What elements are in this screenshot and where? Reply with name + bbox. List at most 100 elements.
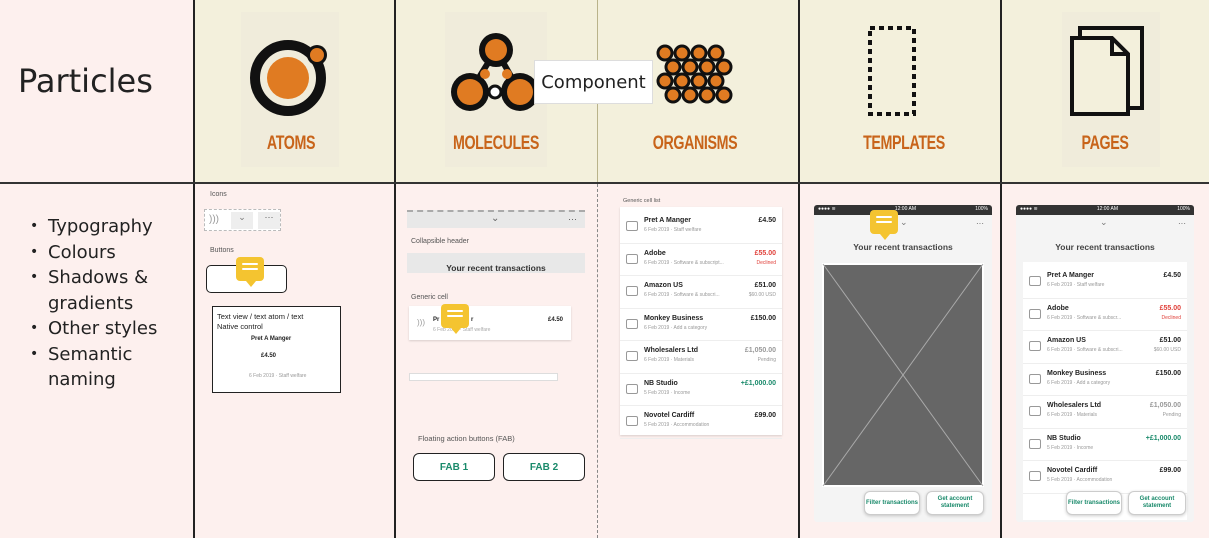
organism-icon [656, 44, 733, 104]
templates-label: TEMPLATES [863, 133, 945, 154]
particles-item: Shadows & gradients [30, 265, 180, 316]
list-item[interactable]: Wholesalers Ltd 6 Feb 2019 · Materials £1,… [620, 341, 782, 374]
template-phone: ●●●● ≋ 12:00 AM 100% ⌄ ··· Your recent tra… [814, 205, 992, 522]
divider-1 [193, 0, 195, 538]
list-item[interactable]: Adobe 6 Feb 2019 · Software & subscript..… [620, 244, 782, 276]
placeholder-image [822, 263, 984, 487]
row-amount: £51.00 [1159, 337, 1181, 344]
list-item[interactable]: Amazon US 6 Feb 2019 · Software & subscri… [620, 276, 782, 309]
status-bar: ●●●● ≋ 12:00 AM 100% [1016, 205, 1194, 215]
list-item[interactable]: Monkey Business 6 Feb 2019 · Add a catego… [620, 309, 782, 341]
row-name: Novotel Cardiff [1047, 467, 1098, 474]
row-name: Pret A Manger [644, 217, 691, 224]
transaction-icon [1029, 373, 1041, 384]
more-icon[interactable]: ··· [976, 219, 984, 228]
native-control-label: Native control [217, 322, 263, 331]
list-item[interactable]: NB Studio 5 Feb 2019 · Income +£1,000.00 [1023, 429, 1187, 461]
transaction-icon [626, 416, 638, 426]
list-item[interactable]: Wholesalers Ltd 6 Feb 2019 · Materials £1,… [1023, 396, 1187, 429]
comment-icon[interactable] [441, 304, 469, 334]
divider-3-dashed [597, 184, 598, 538]
list-item[interactable]: Amazon US 6 Feb 2019 · Software & subscri… [1023, 331, 1187, 364]
atom-amount: £4.50 [261, 353, 277, 359]
transaction-icon [1029, 308, 1041, 319]
comment-icon[interactable] [870, 210, 898, 240]
atom-icon [250, 40, 327, 116]
divider-4 [798, 0, 800, 538]
row-name: Wholesalers Ltd [1047, 402, 1102, 409]
pages-icon [1070, 26, 1144, 116]
generic-cell[interactable]: ))) Pr r 6 Feb 2019 · Staff welfare £4.5… [409, 306, 571, 340]
list-item[interactable]: Novotel Cardiff 5 Feb 2019 · Accommodatio… [620, 406, 782, 439]
template-title: Your recent transactions [853, 242, 953, 252]
row-sub: 6 Feb 2019 · Staff welfare [1047, 282, 1105, 288]
row-amount-secondary: $60.00 USD [748, 292, 776, 298]
row-sub: 6 Feb 2019 · Add a category [644, 324, 708, 331]
row-amount: £55.00 [754, 249, 776, 257]
fab-1-button[interactable]: FAB 1 [413, 453, 495, 481]
more-icon[interactable]: ··· [258, 212, 280, 229]
list-item[interactable]: NB Studio 5 Feb 2019 · Income +£1,000.00 [620, 374, 782, 406]
row-sub: 6 Feb 2019 · Add a category [1047, 379, 1111, 386]
more-icon[interactable]: ··· [568, 214, 577, 224]
cell-name: Pr [433, 317, 440, 323]
fab-label: Floating action buttons (FAB) [418, 434, 515, 443]
transaction-icon [1029, 438, 1041, 449]
particles-item: Typography [30, 214, 180, 240]
account-statement-button[interactable]: Get account statement [926, 491, 984, 515]
row-amount-secondary: Pending [757, 357, 776, 363]
row-name: NB Studio [1047, 434, 1081, 442]
list-item[interactable]: Monkey Business 6 Feb 2019 · Add a catego… [1023, 364, 1187, 396]
row-sub: 5 Feb 2019 · Income [1047, 444, 1094, 451]
chevron-down-icon[interactable]: ⌄ [491, 213, 499, 224]
more-icon[interactable]: ··· [1178, 219, 1186, 228]
list-item[interactable]: Pret A Manger 6 Feb 2019 · Staff welfare £… [1023, 266, 1187, 299]
transaction-icon [626, 383, 638, 394]
molecules-label: MOLECULES [452, 133, 540, 154]
row-sub: 6 Feb 2019 · Software & subscri... [1047, 347, 1123, 353]
buttons-label: Buttons [210, 247, 234, 254]
list-item[interactable]: Novotel Cardiff 5 Feb 2019 · Accommodatio… [1023, 461, 1187, 494]
molecule-toolbar: ⌄ ··· [407, 210, 585, 228]
chevron-down-icon[interactable]: ⌄ [900, 217, 908, 228]
transaction-icon [1029, 471, 1041, 481]
atom-date: 6 Feb 2019 · Staff welfare [249, 373, 307, 379]
chevron-down-icon[interactable]: ⌄ [1100, 217, 1108, 228]
divider-2 [394, 0, 396, 538]
particles-item: Colours [30, 240, 180, 266]
fab-2-button[interactable]: FAB 2 [503, 453, 585, 481]
row-sub: 6 Feb 2019 · Staff welfare [644, 227, 702, 233]
row-sub: 6 Feb 2019 · Software & subscript... [644, 259, 724, 266]
row-amount-secondary: $60.00 USD [1153, 347, 1181, 353]
row-amount: £4.50 [1163, 272, 1181, 279]
status-battery: 100% [975, 206, 988, 212]
header-divider [0, 182, 1209, 184]
row-amount: £150.00 [750, 314, 776, 322]
row-amount: +£1,000.00 [1145, 434, 1181, 442]
row-name: NB Studio [644, 379, 678, 387]
list-item[interactable]: Pret A Manger 6 Feb 2019 · Staff welfare £… [620, 211, 782, 244]
row-sub: 6 Feb 2019 · Software & subscri... [644, 292, 720, 298]
filter-transactions-button[interactable]: Filter transactions [1066, 491, 1122, 515]
row-amount: £99.00 [754, 412, 776, 419]
chevron-down-icon[interactable]: ⌄ [231, 212, 253, 229]
transaction-icon [1029, 276, 1041, 286]
comment-icon[interactable] [236, 257, 264, 287]
contactless-icon: ))) [209, 214, 219, 225]
row-sub: 5 Feb 2019 · Accommodation [644, 422, 710, 428]
row-name: Amazon US [644, 282, 683, 289]
row-amount-secondary: Declined [1161, 314, 1181, 321]
status-time: 12:00 AM [894, 206, 916, 212]
status-time: 12:00 AM [1096, 206, 1118, 212]
row-sub: 6 Feb 2019 · Software & subscr... [1047, 314, 1122, 321]
account-statement-button[interactable]: Get account statement [1128, 491, 1186, 515]
list-item[interactable]: Adobe 6 Feb 2019 · Software & subscr... £5… [1023, 299, 1187, 331]
row-name: Adobe [644, 249, 666, 257]
status-battery: 100% [1177, 206, 1190, 212]
component-tag: Component [534, 60, 653, 104]
template-icon [868, 26, 916, 116]
text-view-box: Text view / text atom / text Native cont… [212, 306, 341, 393]
organisms-label: ORGANISMS [652, 133, 738, 154]
filter-transactions-button[interactable]: Filter transactions [864, 491, 920, 515]
row-amount: £51.00 [754, 282, 776, 289]
